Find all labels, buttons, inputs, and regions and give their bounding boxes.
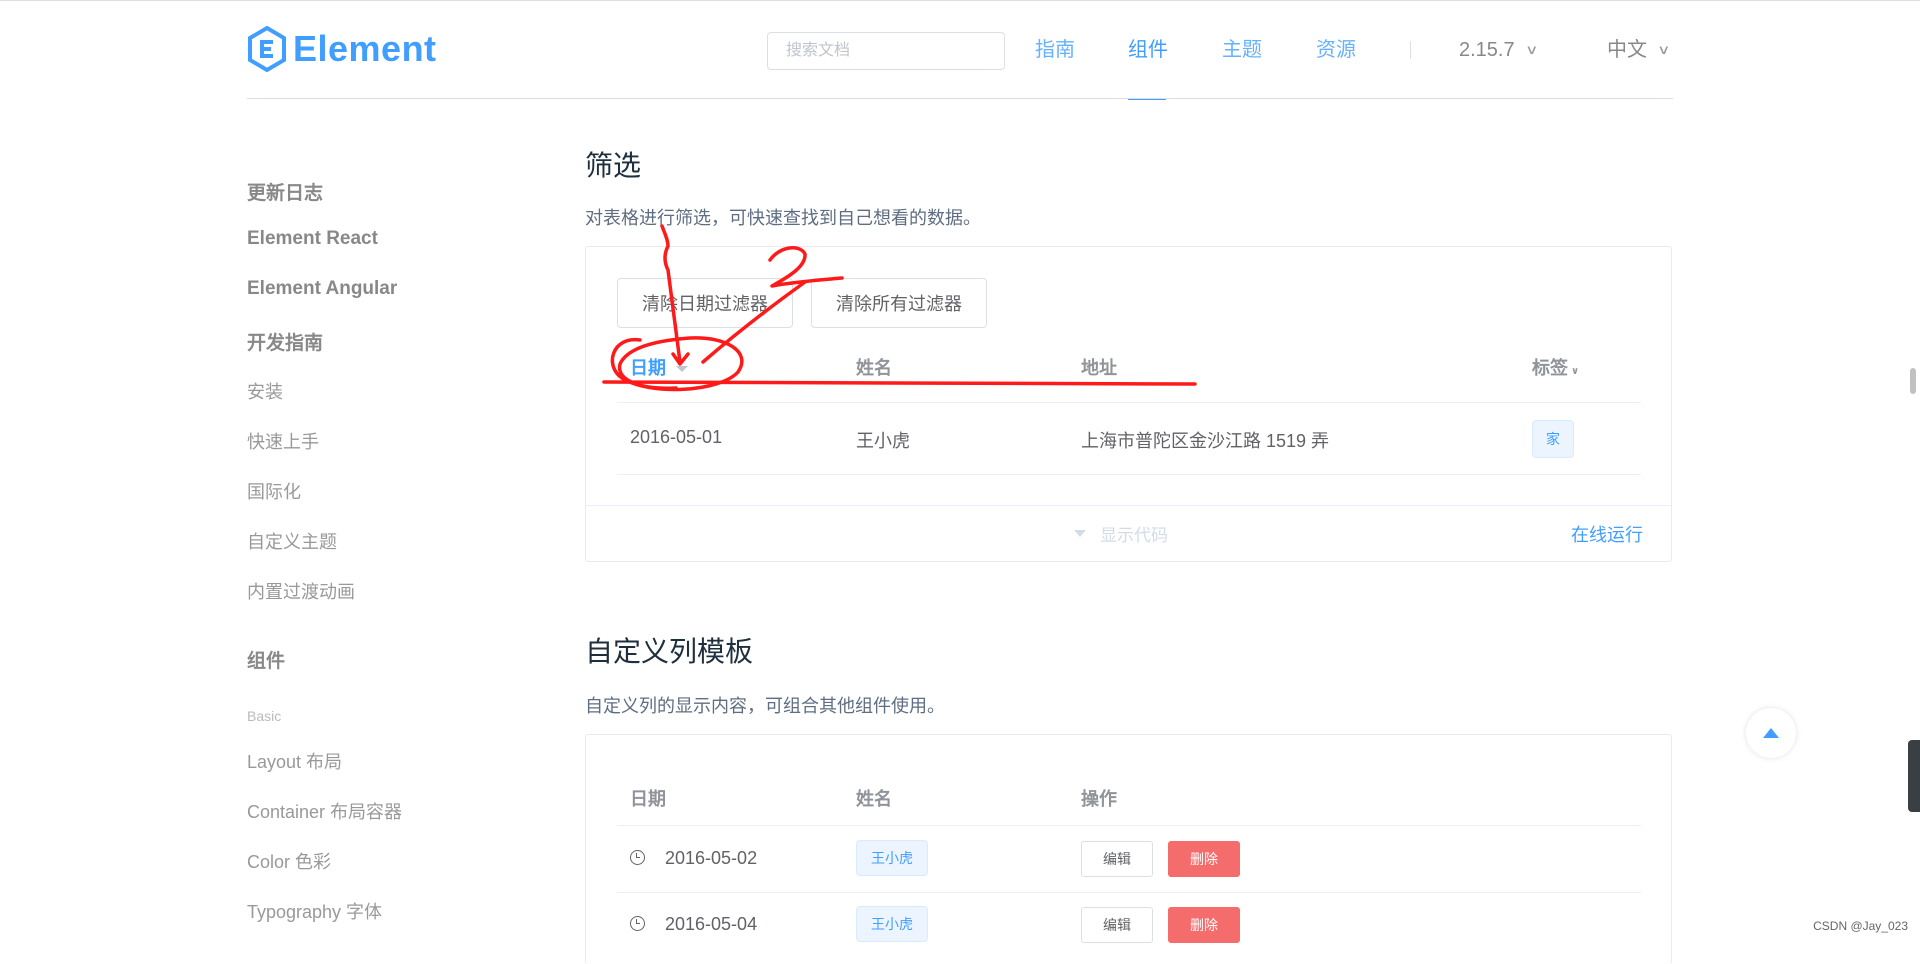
name-tag: 王小虎 bbox=[856, 840, 928, 876]
nav-divider bbox=[1410, 41, 1411, 59]
column-header-actions: 操作 bbox=[1081, 789, 1117, 809]
section-title-custom-column: 自定义列模板 bbox=[585, 636, 754, 667]
header-divider bbox=[247, 98, 1673, 99]
nav-guide[interactable]: 指南 bbox=[1035, 38, 1075, 62]
clear-date-filter-button[interactable]: 清除日期过滤器 bbox=[617, 278, 793, 328]
column-header-tag[interactable]: 标签 ∨ bbox=[1532, 354, 1579, 380]
sidebar-item-typography[interactable]: Typography 字体 bbox=[247, 898, 382, 924]
sidebar-item-element-react[interactable]: Element React bbox=[247, 228, 378, 250]
run-online-link[interactable]: 在线运行 bbox=[1571, 521, 1643, 547]
column-header-name: 姓名 bbox=[856, 358, 892, 378]
table-header-divider bbox=[617, 825, 1641, 826]
show-code-label: 显示代码 bbox=[1100, 526, 1168, 545]
caret-down-icon bbox=[1074, 530, 1086, 537]
language-dropdown[interactable]: 中文 ∨ bbox=[1607, 38, 1671, 62]
sidebar-item-changelog[interactable]: 更新日志 bbox=[247, 178, 323, 205]
column-header-date: 日期 bbox=[630, 789, 666, 809]
cell-address: 上海市普陀区金沙江路 1519 弄 bbox=[1081, 431, 1330, 451]
nav-theme[interactable]: 主题 bbox=[1222, 38, 1262, 62]
sidebar-item-layout[interactable]: Layout 布局 bbox=[247, 748, 342, 774]
version-label: 2.15.7 bbox=[1459, 39, 1515, 61]
filter-demo-block: 清除日期过滤器 清除所有过滤器 日期 姓名 地址 标签 ∨ 2016-05-01 … bbox=[585, 246, 1672, 562]
search-input[interactable] bbox=[767, 32, 1005, 70]
element-logo-icon bbox=[248, 26, 286, 72]
language-label: 中文 bbox=[1607, 39, 1647, 61]
demo-footer-divider bbox=[586, 505, 1671, 506]
logo[interactable]: Element bbox=[247, 26, 437, 72]
sidebar-item-container[interactable]: Container 布局容器 bbox=[247, 798, 402, 824]
sidebar-item-transition[interactable]: 内置过渡动画 bbox=[247, 578, 355, 604]
sidebar-item-install[interactable]: 安装 bbox=[247, 378, 283, 404]
tag-home: 家 bbox=[1532, 420, 1574, 458]
watermark: CSDN @Jay_023 bbox=[1813, 919, 1908, 933]
chevron-down-icon: ∨ bbox=[1657, 42, 1671, 57]
section-desc-filter: 对表格进行筛选，可快速查找到自己想看的数据。 bbox=[585, 208, 981, 228]
name-tag: 王小虎 bbox=[856, 906, 928, 942]
top-header: Element 指南 组件 主题 资源 2.15.7 ∨ 中文 ∨ bbox=[0, 0, 1920, 100]
custom-column-demo-block: 日期 姓名 操作 2016-05-02 王小虎 编辑 删除 2016-05-04… bbox=[585, 734, 1672, 964]
filter-arrow-icon[interactable]: ∨ bbox=[1571, 366, 1579, 377]
sidebar-group-basic: Basic bbox=[247, 708, 282, 724]
column-header-address: 地址 bbox=[1081, 358, 1117, 378]
sidebar-item-quickstart[interactable]: 快速上手 bbox=[247, 428, 319, 454]
scrollbar-thumb[interactable] bbox=[1910, 368, 1916, 394]
column-header-label: 日期 bbox=[630, 358, 666, 378]
sidebar-item-element-angular[interactable]: Element Angular bbox=[247, 278, 397, 300]
delete-button[interactable]: 删除 bbox=[1168, 841, 1240, 877]
section-title-filter: 筛选 bbox=[585, 150, 642, 181]
sidebar-item-color[interactable]: Color 色彩 bbox=[247, 848, 331, 874]
delete-button[interactable]: 删除 bbox=[1168, 907, 1240, 943]
side-floating-widget[interactable] bbox=[1908, 740, 1920, 812]
version-dropdown[interactable]: 2.15.7 ∨ bbox=[1459, 38, 1539, 62]
filter-arrow-icon[interactable] bbox=[676, 366, 688, 373]
table-row-divider bbox=[617, 474, 1641, 475]
show-code-toggle[interactable]: 显示代码 bbox=[1074, 521, 1168, 546]
column-header-label: 标签 bbox=[1532, 358, 1568, 378]
table-header-divider bbox=[617, 402, 1641, 403]
section-desc-custom-column: 自定义列的显示内容，可组合其他组件使用。 bbox=[585, 696, 945, 716]
edit-button[interactable]: 编辑 bbox=[1081, 907, 1153, 943]
cell-date: 2016-05-01 bbox=[630, 427, 723, 447]
sidebar-item-custom-theme[interactable]: 自定义主题 bbox=[247, 528, 337, 554]
top-border bbox=[0, 0, 1920, 1]
sidebar-heading-components: 组件 bbox=[247, 651, 286, 672]
caret-up-icon bbox=[1763, 728, 1779, 738]
logo-text: Element bbox=[293, 28, 437, 69]
clear-all-filters-button[interactable]: 清除所有过滤器 bbox=[811, 278, 987, 328]
sidebar-heading-dev-guide: 开发指南 bbox=[247, 333, 324, 354]
cell-name: 王小虎 bbox=[856, 431, 910, 451]
cell-date: 2016-05-04 bbox=[665, 914, 758, 934]
clock-icon bbox=[630, 850, 645, 865]
edit-button[interactable]: 编辑 bbox=[1081, 841, 1153, 877]
back-to-top-button[interactable] bbox=[1746, 708, 1796, 758]
table-row-divider bbox=[617, 892, 1641, 893]
clock-icon bbox=[630, 916, 645, 931]
nav-resource[interactable]: 资源 bbox=[1316, 38, 1356, 62]
chevron-down-icon: ∨ bbox=[1524, 42, 1539, 57]
sidebar-item-i18n[interactable]: 国际化 bbox=[247, 478, 301, 504]
column-header-date[interactable]: 日期 bbox=[630, 354, 688, 380]
nav-component[interactable]: 组件 bbox=[1128, 38, 1168, 62]
column-header-name: 姓名 bbox=[856, 789, 892, 809]
cell-date: 2016-05-02 bbox=[665, 848, 758, 868]
